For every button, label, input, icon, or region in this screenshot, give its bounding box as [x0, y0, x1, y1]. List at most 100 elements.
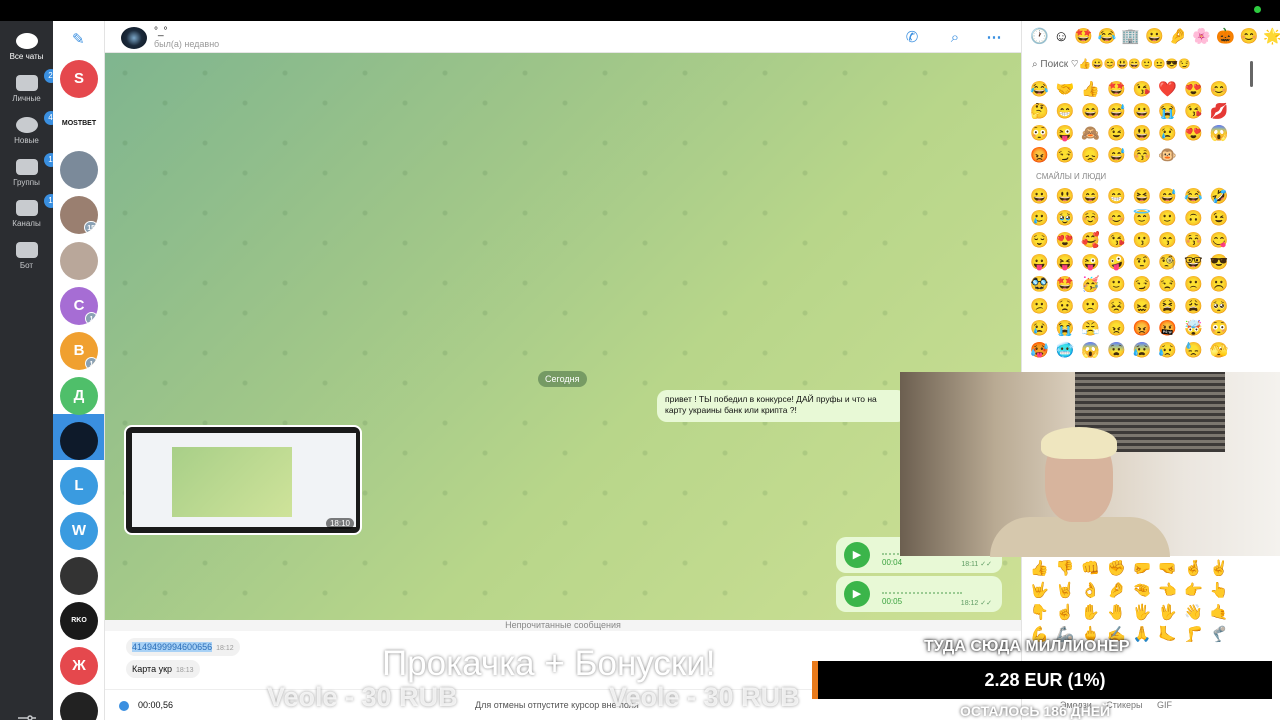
chat-avatar[interactable]	[60, 242, 98, 280]
message-time: 18:12	[216, 645, 234, 652]
contact-status: был(а) недавно	[154, 39, 220, 49]
folder-bot[interactable]: Бот	[0, 242, 53, 270]
person-icon: 2	[15, 69, 58, 91]
compose-icon[interactable]: ✎	[72, 30, 85, 48]
chat-avatar[interactable]	[60, 557, 98, 595]
group-icon: 1	[15, 153, 58, 175]
folder-icon	[15, 242, 38, 258]
chat-avatar[interactable]: W	[60, 512, 98, 550]
chat-avatar[interactable]: Ж	[60, 647, 98, 685]
chat-avatar[interactable]: Д	[60, 377, 98, 415]
emoji-quick-icons[interactable]: ♡👍😀😊😃😄🙂😐😎😏	[1071, 59, 1191, 70]
folder-groups[interactable]: 1 Группы	[0, 153, 58, 187]
outgoing-message[interactable]: привет ! ТЫ победил в конкурсе! ДАЙ пруф…	[657, 390, 907, 422]
chat-avatar[interactable]: S	[60, 60, 98, 98]
chat-bubble-icon: 4	[15, 111, 58, 133]
chat-avatar[interactable]	[60, 692, 98, 720]
avatar-initial: MOSTBET	[61, 120, 97, 127]
emoji-row[interactable]: 😌😍🥰😘😗😙😚😋	[1030, 230, 1274, 252]
emoji-row[interactable]: 🤔😁😄😅😀😭😘💋	[1030, 101, 1274, 123]
emoji-scrollbar[interactable]	[1250, 61, 1253, 87]
avatar-initial: В	[73, 342, 85, 359]
play-icon[interactable]: ▶	[844, 581, 870, 607]
megaphone-icon: 1	[15, 194, 58, 216]
goal-target: 1000000	[1197, 703, 1252, 719]
chat-header[interactable]: °_° был(а) недавно ✆ ⌕ ⋯	[105, 21, 1021, 53]
message-text[interactable]: 4149499994600656	[132, 642, 213, 652]
stream-title: Прокачка + Бонуски!	[382, 644, 716, 683]
goal-amount: 2.28 EUR (1%)	[812, 661, 1272, 699]
emoji-row[interactable]: 😂🤝👍🤩😘❤️😍😊	[1030, 79, 1274, 101]
emoji-row[interactable]: 😕😟🙁😣😖😫😩🥺	[1030, 296, 1274, 318]
media-message[interactable]: 18:10	[124, 425, 362, 535]
tab-stickers[interactable]: Стикеры	[1106, 700, 1142, 710]
chat-list: ✎ S MOSTBET 15 С 1 В 1 Д L W RKO Ж	[53, 21, 105, 720]
settings-sliders-icon[interactable]	[17, 715, 37, 720]
emoji-row[interactable]: 😀😃😄😁😆😅😂🤣	[1030, 186, 1274, 208]
incoming-message[interactable]: Карта укр 18:13	[126, 660, 200, 678]
play-icon[interactable]: ▶	[844, 542, 870, 568]
chat-avatar[interactable]: В1	[60, 332, 98, 370]
incoming-message[interactable]: 4149499994600656 18:12	[126, 638, 240, 656]
chat-area: Сегодня привет ! ТЫ победил в конкурсе! …	[105, 53, 1021, 620]
goal-remaining: ОСТАЛОСЬ 186 ДНЕЙ	[960, 703, 1111, 719]
media-preview	[132, 433, 356, 527]
streamer-shirt	[990, 517, 1170, 557]
recording-dot-icon	[119, 701, 129, 711]
folder-channels[interactable]: 1 Каналы	[0, 194, 58, 228]
contact-avatar[interactable]	[121, 27, 147, 49]
tab-gif[interactable]: GIF	[1157, 700, 1172, 710]
streamer-hair	[1041, 427, 1117, 459]
search-icon[interactable]: ⌕	[946, 29, 964, 47]
emoji-search[interactable]: ⌕ Поиск ♡👍😀😊😃😄🙂😐😎😏	[1032, 55, 1272, 75]
emoji-row[interactable]: 🥲🥹☺️😊😇🙂🙃😉	[1030, 208, 1274, 230]
emoji-row[interactable]: 😢😭😤😠😡🤬🤯😳	[1030, 318, 1274, 340]
emoji-row[interactable]: 😡😏😞😅😚🐵	[1030, 145, 1274, 167]
voice-duration: 00:05	[882, 597, 903, 606]
chat-avatar[interactable]: RKO	[60, 602, 98, 640]
emoji-row[interactable]: 😛😝😜🤪🤨🧐🤓😎	[1030, 252, 1274, 274]
hand-emoji-grid[interactable]: 👍👎👊✊🤛🤜🤞✌️ 🤟🤘👌🤌🤏👈👉👆 👇☝️✋🤚🖐🖖👋🤙 💪🦾🖕✍️🙏🦶🦵🦿	[1030, 558, 1274, 646]
emoji-row[interactable]: 😳😜🙈😉😃😢😍😱	[1030, 123, 1274, 145]
emoji-row[interactable]: 🥸🤩🥳🙂😏😒🙁☹️	[1030, 274, 1274, 296]
emoji-section-label: СМАЙЛЫ И ЛЮДИ	[1036, 172, 1107, 181]
voice-time: 18:12 ✓✓	[960, 600, 992, 607]
voice-message[interactable]: ▶ 00:05 18:12 ✓✓	[836, 576, 1002, 612]
folder-label: Все чаты	[9, 52, 44, 61]
emoji-row[interactable]: 👍👎👊✊🤛🤜🤞✌️	[1030, 558, 1274, 580]
folder-label: Каналы	[12, 219, 41, 228]
emoji-search-input[interactable]: Поиск	[1040, 59, 1068, 70]
emoji-row[interactable]: 🤟🤘👌🤌🤏👈👉👆	[1030, 580, 1274, 602]
unread-badge: 15	[84, 221, 98, 234]
chat-avatar[interactable]	[60, 151, 98, 189]
folder-all-chats[interactable]: Все чаты	[0, 33, 53, 61]
unread-badge: 1	[85, 357, 98, 370]
folder-personal[interactable]: 2 Личные	[0, 69, 58, 103]
waveform	[882, 584, 962, 594]
folders-sidebar: Все чаты 2 Личные 4 Новые 1 Группы 1 Кан…	[0, 21, 58, 720]
folder-label: Новые	[14, 136, 39, 145]
avatar-initial: RKO	[71, 617, 87, 624]
status-dot	[1254, 6, 1261, 13]
more-icon[interactable]: ⋯	[985, 29, 1003, 47]
chat-avatar[interactable]	[60, 422, 98, 460]
voice-time: 18:11 ✓✓	[961, 561, 992, 568]
chat-avatar[interactable]: 15	[60, 196, 98, 234]
message-text[interactable]: Карта укр	[132, 664, 172, 674]
unread-badge: 1	[85, 312, 98, 325]
webcam-overlay	[900, 372, 1280, 557]
chat-avatar[interactable]: L	[60, 467, 98, 505]
chat-avatar[interactable]: С1	[60, 287, 98, 325]
emoji-row[interactable]: 👇☝️✋🤚🖐🖖👋🤙	[1030, 602, 1274, 624]
screen: Все чаты 2 Личные 4 Новые 1 Группы 1 Кан…	[0, 0, 1280, 720]
phone-icon[interactable]: ✆	[903, 29, 921, 47]
emoji-category-tabs[interactable]: 🕐☺🤩😂🏢😀🤌🌸🎃😊🌟	[1022, 21, 1280, 53]
avatar-initial: С	[73, 297, 85, 314]
folder-new[interactable]: 4 Новые	[0, 111, 58, 145]
contact-name[interactable]: °_°	[154, 26, 168, 37]
folder-label: Личные	[12, 94, 41, 103]
people-emoji-grid[interactable]: 😀😃😄😁😆😅😂🤣 🥲🥹☺️😊😇🙂🙃😉 😌😍🥰😘😗😙😚😋 😛😝😜🤪🤨🧐🤓😎 🥸🤩🥳…	[1030, 186, 1274, 362]
recent-emoji-grid[interactable]: 😂🤝👍🤩😘❤️😍😊 🤔😁😄😅😀😭😘💋 😳😜🙈😉😃😢😍😱 😡😏😞😅😚🐵	[1030, 79, 1274, 167]
emoji-row[interactable]: 🥵🥶😱😨😰😥😓🫣	[1030, 340, 1274, 362]
chat-avatar[interactable]: MOSTBET	[60, 105, 98, 143]
